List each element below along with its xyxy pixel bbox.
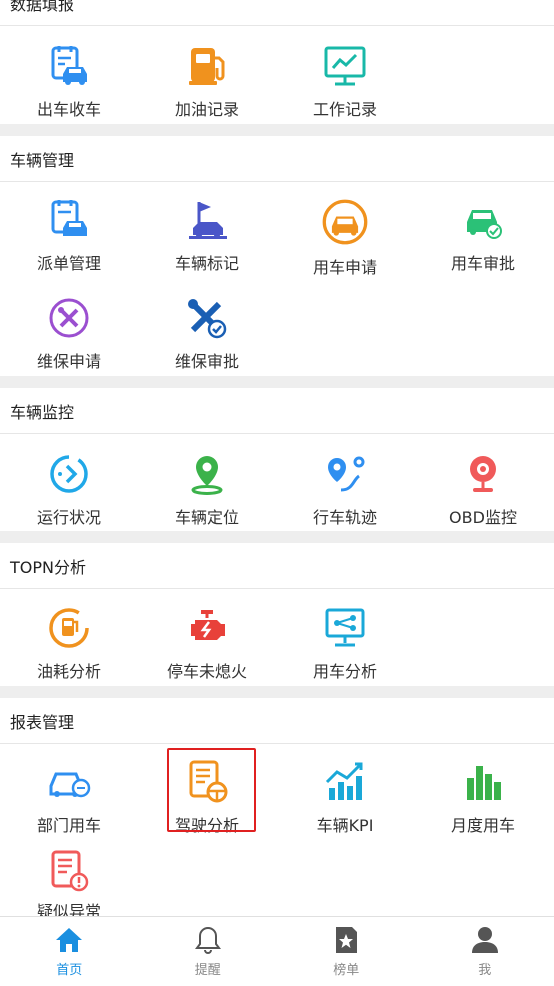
monitor-chart-icon: [324, 46, 366, 86]
car-badge-icon: [49, 772, 91, 798]
grid-item-label: 用车申请: [312, 258, 377, 277]
home-icon: [56, 928, 83, 952]
grid-item-label: 用车分析: [312, 662, 377, 681]
section-divider: [0, 531, 554, 543]
section-header-vehicle-mgmt: 车辆管理: [0, 136, 554, 182]
grid-item-label: 停车未熄火: [166, 662, 247, 681]
section-divider: [0, 376, 554, 388]
grid-item-label: 部门用车: [36, 816, 101, 835]
section-header-topn: TOPN分析: [0, 543, 554, 589]
report-warning-icon: [51, 850, 89, 892]
grid-item-label: 运行状况: [36, 508, 101, 527]
tab-label: 榜单: [333, 963, 360, 978]
tab-reminder[interactable]: 提醒: [139, 917, 278, 986]
user-icon: [471, 927, 498, 953]
grid-item-label: 工作记录: [312, 100, 377, 119]
grid-item-vehicle-kpi[interactable]: 车辆KPI: [276, 760, 414, 860]
tab-label: 我: [478, 963, 492, 978]
map-pin-icon: [191, 456, 223, 495]
grid-item-label: 维保申请: [36, 352, 101, 371]
section-title: TOPN分析: [10, 557, 86, 577]
grid-item-vehicle-mark[interactable]: 车辆标记: [138, 198, 276, 298]
circle-arrow-icon: [50, 455, 88, 493]
tab-me[interactable]: 我: [416, 917, 554, 986]
bell-icon: [194, 926, 221, 954]
highlight-box: [167, 748, 256, 832]
grid-item-label: 加油记录: [174, 100, 239, 119]
grid-item-monthly-usage[interactable]: 月度用车: [414, 760, 552, 860]
section-title: 数据填报: [10, 0, 75, 14]
section-header-vehicle-monitor: 车辆监控: [0, 388, 554, 434]
bar-trend-icon: [325, 762, 363, 800]
grid-item-vehicle-apply[interactable]: 用车申请: [276, 198, 414, 298]
tools-check-icon: [188, 299, 227, 339]
tab-label: 首页: [56, 963, 83, 978]
grid-item-dept-usage[interactable]: 部门用车: [0, 760, 138, 860]
flag-car-icon: [189, 202, 227, 239]
fuel-pump-icon: [189, 48, 225, 85]
grid-item-label: 车辆定位: [174, 508, 239, 527]
section-divider: [0, 124, 554, 136]
section-title: 车辆监控: [10, 402, 75, 422]
grid-item-label: 派单管理: [36, 254, 101, 273]
tab-label: 提醒: [194, 963, 221, 978]
route-pin-icon: [328, 456, 365, 492]
section-header-data-entry: 数据填报: [0, 0, 554, 26]
tab-ranking[interactable]: 榜单: [277, 917, 416, 986]
engine-icon: [191, 610, 225, 640]
grid-item-label: 油耗分析: [36, 662, 101, 681]
grid-item-label: 出车收车: [36, 100, 101, 119]
clipboard-car-icon: [51, 46, 87, 85]
grid-item-label: 月度用车: [450, 816, 515, 835]
grid-item-label: 行车轨迹: [312, 508, 377, 527]
grid-item-label: 车辆标记: [174, 254, 239, 273]
grid-item-label: 车辆KPI: [316, 816, 374, 835]
tools-circle-icon: [49, 298, 89, 338]
tab-home[interactable]: 首页: [0, 917, 139, 986]
bar-chart-icon: [467, 766, 501, 800]
section-header-reports: 报表管理: [0, 698, 554, 744]
car-circle-icon: [322, 199, 368, 245]
monitor-network-icon: [325, 608, 365, 647]
fuel-gauge-icon: [49, 608, 89, 648]
grid-item-label: OBD监控: [449, 508, 517, 527]
section-title: 报表管理: [10, 712, 75, 732]
bottom-tab-bar: 首页 提醒 榜单 我: [0, 916, 554, 986]
grid-item-vehicle-approve[interactable]: 用车审批: [414, 198, 552, 298]
grid-item-label: 维保审批: [174, 352, 239, 371]
ranking-star-icon: [336, 927, 358, 953]
section-title: 车辆管理: [10, 150, 75, 170]
section-divider: [0, 686, 554, 698]
clipboard-car-icon: [51, 200, 87, 236]
grid-item-dispatch-mgmt[interactable]: 派单管理: [0, 198, 138, 298]
camera-icon: [470, 456, 496, 492]
grid-item-label: 用车审批: [450, 254, 515, 273]
car-check-icon: [467, 210, 502, 239]
